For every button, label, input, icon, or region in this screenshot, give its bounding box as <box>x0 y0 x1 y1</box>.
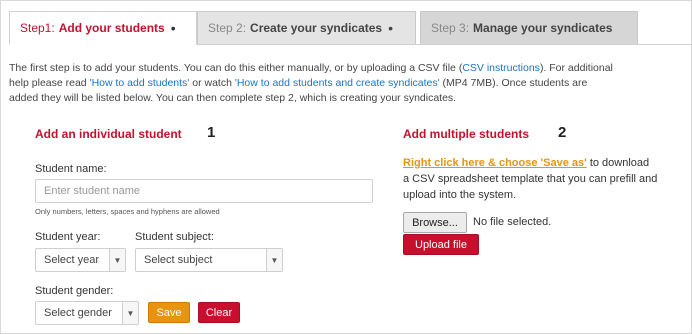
intro-text-part: (MP4 7MB). Once students are <box>439 77 588 89</box>
upload-file-button[interactable]: Upload file <box>403 234 479 255</box>
intro-text-part: The first step is to add your students. … <box>9 62 463 74</box>
student-gender-label: Student gender: <box>35 285 114 297</box>
step-tabs: Step1: Add your students • Step 2: Creat… <box>9 11 692 45</box>
tab-step-1[interactable]: Step1: Add your students • <box>9 11 197 45</box>
tab-step-2-title: Create your syndicates <box>250 21 383 35</box>
tab-step-2[interactable]: Step 2: Create your syndicates • <box>197 11 416 45</box>
file-status-text: No file selected. <box>473 216 552 228</box>
tab-step-2-number: Step 2: <box>208 21 247 35</box>
intro-line-1: The first step is to add your students. … <box>9 61 692 76</box>
individual-student-heading: Add an individual student <box>35 127 182 141</box>
intro-text-part: help please read <box>9 77 90 89</box>
tab-step-1-dot: • <box>170 20 176 36</box>
chevron-down-icon: ▼ <box>122 302 138 324</box>
tab-step-3-title: Manage your syndicates <box>473 21 613 35</box>
student-gender-select[interactable]: Select gender ▼ <box>35 301 139 325</box>
student-subject-value: Select subject <box>144 254 213 266</box>
intro-line-3: added they will be listed below. You can… <box>9 92 457 104</box>
csv-description-line-1: Right click here & choose 'Save as' to d… <box>403 155 692 171</box>
section-number-1: 1 <box>207 124 216 141</box>
how-to-video-link[interactable]: 'How to add students and create syndicat… <box>235 77 440 89</box>
tab-step-2-dot: • <box>388 20 393 36</box>
section-number-2: 2 <box>558 124 567 141</box>
how-to-add-students-link[interactable]: 'How to add students' <box>90 77 190 89</box>
multiple-students-heading: Add multiple students <box>403 127 529 141</box>
chevron-down-icon: ▼ <box>266 249 282 271</box>
intro-text-part: or watch <box>189 77 235 89</box>
csv-template-download-link[interactable]: Right click here & choose 'Save as' <box>403 157 587 169</box>
tab-step-1-number: Step1: <box>20 21 55 35</box>
chevron-down-icon: ▼ <box>109 249 125 271</box>
csv-description-line-3: upload into the system. <box>403 189 517 201</box>
intro-text: The first step is to add your students. … <box>9 61 692 106</box>
student-name-label: Student name: <box>35 163 107 175</box>
student-subject-label: Student subject: <box>135 231 214 243</box>
student-year-value: Select year <box>44 254 100 266</box>
student-name-input[interactable]: Enter student name <box>35 179 373 203</box>
csv-description-text: to download <box>586 157 650 169</box>
tab-step-1-title: Add your students <box>58 21 165 35</box>
student-gender-value: Select gender <box>44 307 112 319</box>
tab-step-3[interactable]: Step 3: Manage your syndicates <box>420 11 638 45</box>
student-name-hint: Only numbers, letters, spaces and hyphen… <box>35 207 220 216</box>
save-button[interactable]: Save <box>148 302 190 323</box>
browse-button[interactable]: Browse... <box>403 212 467 233</box>
page-frame: Step1: Add your students • Step 2: Creat… <box>0 0 692 334</box>
csv-template-description: Right click here & choose 'Save as' to d… <box>403 155 692 203</box>
student-subject-select[interactable]: Select subject ▼ <box>135 248 283 272</box>
intro-text-part: ). For additional <box>539 62 613 74</box>
csv-description-line-2: a CSV spreadsheet template that you can … <box>403 173 658 185</box>
student-year-label: Student year: <box>35 231 101 243</box>
clear-button[interactable]: Clear <box>198 302 240 323</box>
student-year-select[interactable]: Select year ▼ <box>35 248 126 272</box>
intro-line-2: help please read 'How to add students' o… <box>9 76 692 91</box>
tab-step-3-number: Step 3: <box>431 21 470 35</box>
csv-instructions-link[interactable]: CSV instructions <box>462 62 540 74</box>
